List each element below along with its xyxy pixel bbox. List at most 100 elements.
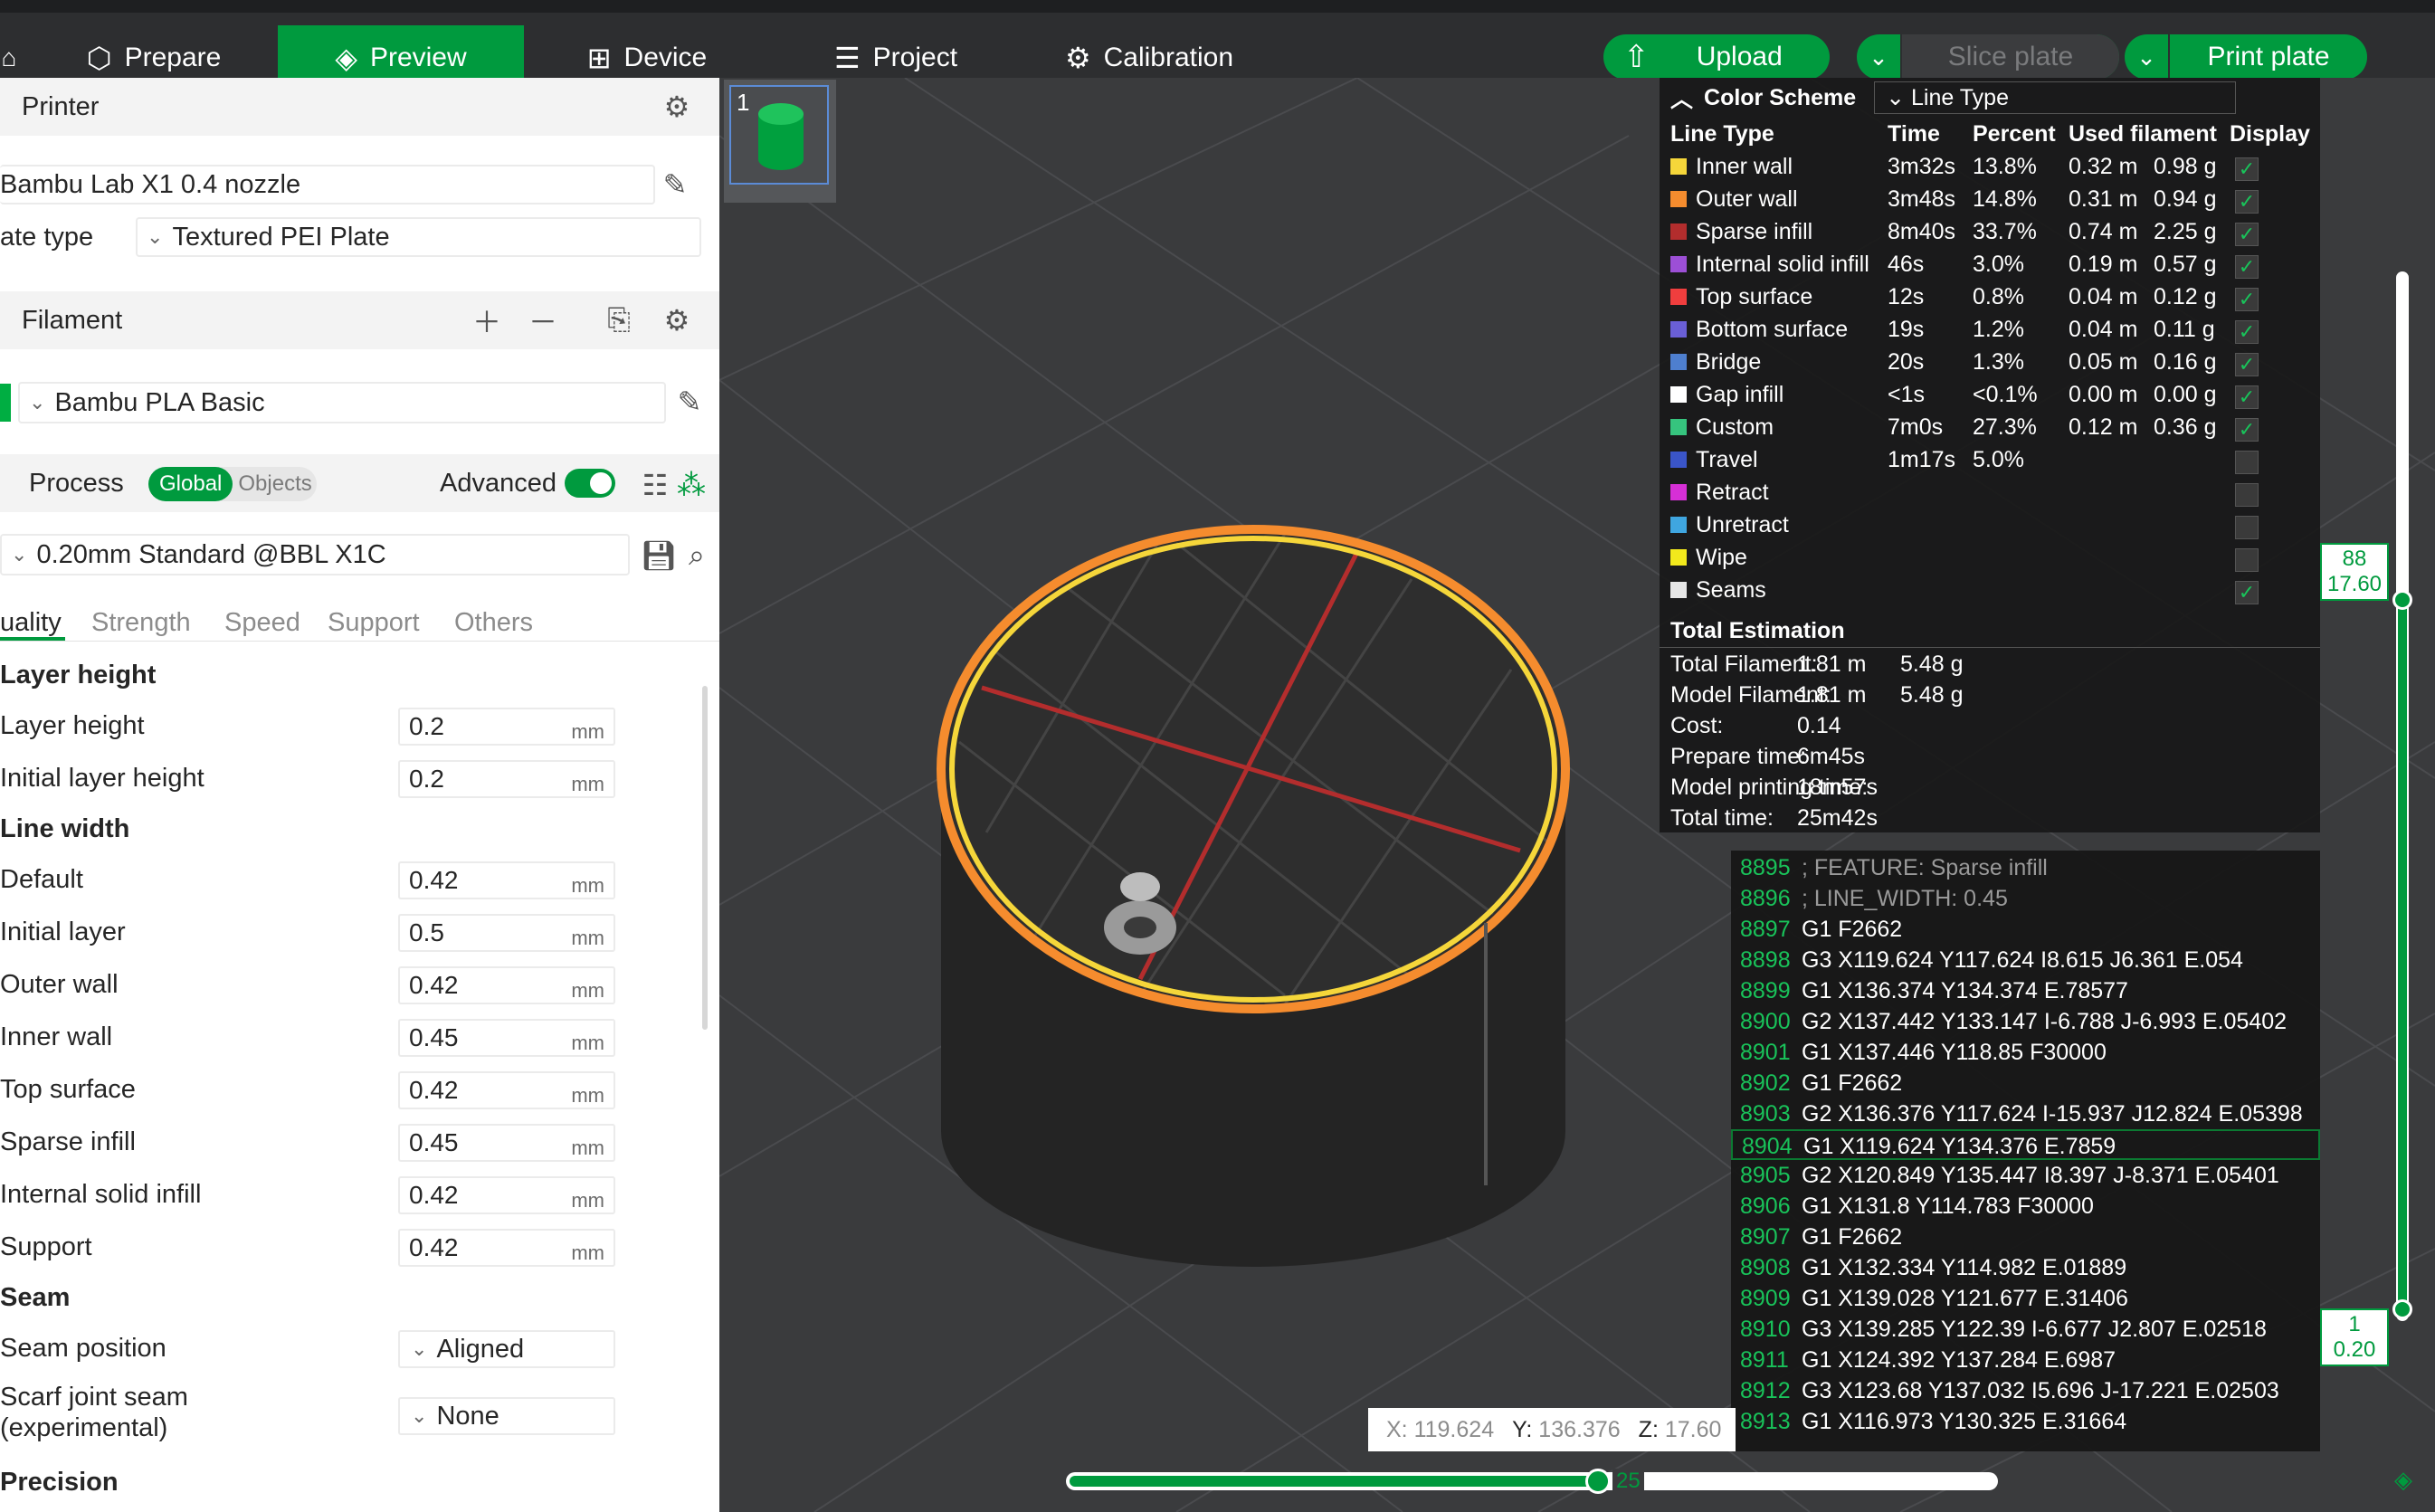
legend-row: Travel 1m17s 5.0% [1660, 443, 2320, 476]
gear-icon[interactable]: ⚙ [657, 300, 697, 340]
gcode-line[interactable]: 8909 G1 X139.028 Y121.677 E.31406 [1731, 1283, 2320, 1314]
layer-slider-bottom-handle[interactable] [2392, 1299, 2412, 1319]
legend-time: 3m32s [1888, 154, 1956, 179]
gear-icon[interactable]: ⚙ [657, 87, 697, 127]
legend-rows: Inner wall 3m32s 13.8% 0.32 m 0.98 g ✓ Outer w… [1660, 150, 2320, 606]
display-checkbox[interactable] [2235, 516, 2259, 539]
gcode-line[interactable]: 8897 G1 F2662 [1731, 914, 2320, 945]
tab-speed[interactable]: Speed [224, 608, 300, 638]
gcode-line[interactable]: 8905 G2 X120.849 Y135.447 I8.397 J-8.371 … [1731, 1160, 2320, 1191]
gcode-line[interactable]: 8896 ; LINE_WIDTH: 0.45 [1731, 883, 2320, 914]
gcode-line[interactable]: 8906 G1 X131.8 Y114.783 F30000 [1731, 1191, 2320, 1222]
tab-others[interactable]: Others [454, 608, 533, 638]
gcode-line[interactable]: 8895 ; FEATURE: Sparse infill [1731, 852, 2320, 883]
estimation-v2: 5.48 g [1900, 682, 1964, 708]
legend-time: 1m17s [1888, 447, 1956, 472]
display-checkbox[interactable]: ✓ [2235, 223, 2259, 246]
gcode-line[interactable]: 8904 G1 X119.624 Y134.376 E.7859 [1731, 1129, 2320, 1160]
gcode-line[interactable]: 8901 G1 X137.446 Y118.85 F30000 [1731, 1037, 2320, 1068]
gcode-line-number: 8909 [1740, 1286, 1791, 1311]
move-slider-handle[interactable] [1585, 1469, 1611, 1494]
legend-row: Sparse infill 8m40s 33.7% 0.74 m 2.25 g ✓ [1660, 215, 2320, 248]
line-width-input[interactable]: 0.42 mm [398, 1071, 615, 1109]
line-width-input[interactable]: 0.5 mm [398, 914, 615, 952]
layers-icon[interactable]: ◈ [2394, 1466, 2412, 1494]
list-icon[interactable]: ☷ [635, 465, 675, 505]
initial-layer-height-label: Initial layer height [0, 764, 205, 793]
chevron-down-icon[interactable]: ⌄ [2125, 34, 2170, 80]
gcode-line[interactable]: 8902 G1 F2662 [1731, 1068, 2320, 1098]
edit-icon[interactable]: ✎ [670, 382, 709, 422]
advanced-toggle[interactable] [565, 469, 615, 498]
gcode-line[interactable]: 8912 G3 X123.68 Y137.032 I5.696 J-17.221 … [1731, 1375, 2320, 1406]
display-checkbox[interactable]: ✓ [2235, 581, 2259, 604]
display-checkbox[interactable]: ✓ [2235, 320, 2259, 344]
scarf-seam-select[interactable]: ⌄ None [398, 1397, 615, 1435]
remove-icon[interactable]: － [523, 300, 563, 340]
display-checkbox[interactable]: ✓ [2235, 353, 2259, 376]
line-width-input[interactable]: 0.42 mm [398, 1229, 615, 1267]
line-width-input[interactable]: 0.42 mm [398, 861, 615, 899]
edit-icon[interactable]: ✎ [655, 165, 695, 204]
slice-plate-button[interactable]: ⌄ Slice plate [1857, 34, 2119, 80]
gcode-line[interactable]: 8910 G3 X139.285 Y122.39 I-6.677 J2.807 E… [1731, 1314, 2320, 1345]
gcode-line[interactable]: 8907 G1 F2662 [1731, 1222, 2320, 1252]
tab-support[interactable]: Support [328, 608, 420, 638]
upload-button[interactable]: ⇧ Upload [1603, 34, 1830, 80]
gcode-line-number: 8904 [1742, 1134, 1793, 1159]
line-width-input[interactable]: 0.42 mm [398, 1176, 615, 1214]
gcode-line[interactable]: 8898 G3 X119.624 Y117.624 I8.615 J6.361 E… [1731, 945, 2320, 975]
settings-scrollbar[interactable] [702, 686, 708, 1030]
gcode-line[interactable]: 8908 G1 X132.334 Y114.982 E.01889 [1731, 1252, 2320, 1283]
display-checkbox[interactable]: ✓ [2235, 418, 2259, 442]
display-checkbox[interactable] [2235, 548, 2259, 572]
move-slider[interactable]: 25 [1066, 1469, 1998, 1494]
compare-icon[interactable]: ⁂ [671, 465, 711, 505]
display-checkbox[interactable]: ✓ [2235, 288, 2259, 311]
filament-select[interactable]: ⌄ Bambu PLA Basic [18, 382, 666, 423]
printer-select[interactable]: Bambu Lab X1 0.4 nozzle [0, 165, 655, 204]
plate-number: 1 [737, 89, 750, 116]
initial-layer-height-input[interactable]: 0.2 mm [398, 760, 615, 798]
seam-position-select[interactable]: ⌄ Aligned [398, 1330, 615, 1368]
display-checkbox[interactable]: ✓ [2235, 190, 2259, 214]
collapse-icon[interactable]: ︿ [1670, 81, 1693, 114]
display-checkbox[interactable] [2235, 483, 2259, 507]
plate-thumbnail[interactable]: 1 [724, 80, 836, 203]
layer-slider[interactable] [2396, 271, 2409, 1321]
tab-strength[interactable]: Strength [91, 608, 191, 638]
filament-color-swatch[interactable] [0, 384, 11, 422]
objects-option[interactable]: Objects [233, 471, 311, 497]
global-objects-switch[interactable]: Global Objects [148, 467, 317, 501]
gcode-line[interactable]: 8900 G2 X137.442 Y133.147 I-6.788 J-6.993… [1731, 1006, 2320, 1037]
search-icon[interactable]: ⌕ [677, 536, 717, 575]
chevron-down-icon[interactable]: ⌄ [1857, 34, 1902, 80]
tab-quality[interactable]: uality [0, 608, 62, 638]
sync-icon[interactable]: ⎘ [599, 300, 639, 340]
gcode-viewer[interactable]: 8895 ; FEATURE: Sparse infill 8896 ; LINE_W… [1731, 851, 2320, 1451]
display-checkbox[interactable] [2235, 451, 2259, 474]
legend-row: Bridge 20s 1.3% 0.05 m 0.16 g ✓ [1660, 346, 2320, 378]
print-plate-button[interactable]: ⌄ Print plate [2125, 34, 2367, 80]
save-icon[interactable]: 💾︎ [639, 536, 679, 575]
display-checkbox[interactable]: ✓ [2235, 157, 2259, 181]
chevron-down-icon: ⌄ [29, 391, 46, 414]
process-profile-select[interactable]: ⌄ 0.20mm Standard @BBL X1C [0, 534, 630, 575]
color-scheme-select[interactable]: ⌄ Line Type [1874, 81, 2237, 114]
gcode-line[interactable]: 8911 G1 X124.392 Y137.284 E.6987 [1731, 1345, 2320, 1375]
display-checkbox[interactable]: ✓ [2235, 255, 2259, 279]
add-icon[interactable]: ＋ [467, 300, 507, 340]
gcode-line[interactable]: 8913 G1 X116.973 Y130.325 E.31664 [1731, 1406, 2320, 1437]
line-width-input[interactable]: 0.42 mm [398, 966, 615, 1004]
gcode-line-text: G1 X116.973 Y130.325 E.31664 [1802, 1409, 2127, 1434]
gcode-line[interactable]: 8899 G1 X136.374 Y134.374 E.78577 [1731, 975, 2320, 1006]
plate-type-select[interactable]: ⌄ Textured PEI Plate [136, 217, 701, 257]
line-width-input[interactable]: 0.45 mm [398, 1124, 615, 1162]
layer-slider-top-handle[interactable] [2392, 590, 2412, 610]
display-checkbox[interactable]: ✓ [2235, 385, 2259, 409]
layer-height-input[interactable]: 0.2 mm [398, 708, 615, 746]
gcode-line[interactable]: 8903 G2 X136.376 Y117.624 I-15.937 J12.82… [1731, 1098, 2320, 1129]
line-width-input[interactable]: 0.45 mm [398, 1019, 615, 1057]
plate-type-label: ate type [0, 223, 94, 252]
global-option[interactable]: Global [148, 467, 233, 501]
